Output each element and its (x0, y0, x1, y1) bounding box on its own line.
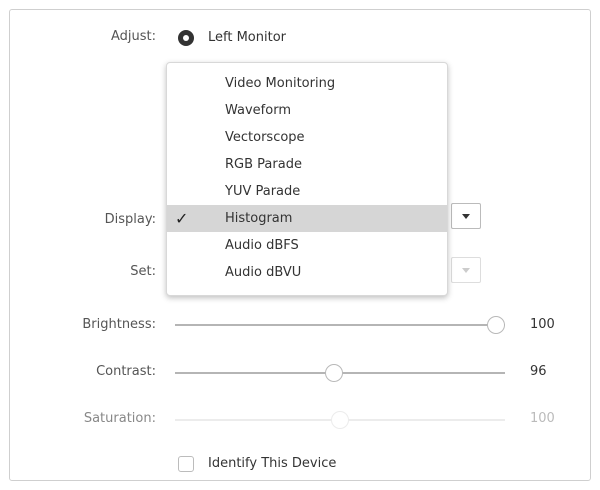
display-option-label: Waveform (225, 103, 291, 118)
display-option-rgb-parade[interactable]: RGB Parade (167, 151, 447, 178)
display-option-vectorscope[interactable]: Vectorscope (167, 124, 447, 151)
display-option-yuv-parade[interactable]: YUV Parade (167, 178, 447, 205)
left-monitor-option-label[interactable]: Left Monitor (208, 30, 286, 45)
identify-device-checkbox[interactable] (178, 456, 194, 472)
display-option-label: Audio dBFS (225, 238, 299, 253)
radio-selected-icon[interactable] (178, 30, 194, 46)
brightness-value: 100 (530, 317, 555, 332)
saturation-slider-thumb[interactable] (331, 411, 349, 429)
adjust-label: Adjust: (110, 29, 156, 44)
chevron-down-icon (462, 268, 470, 273)
display-option-waveform[interactable]: Waveform (167, 97, 447, 124)
display-option-label: YUV Parade (225, 184, 301, 199)
display-option-video-monitoring[interactable]: Video Monitoring (167, 70, 447, 97)
display-option-histogram[interactable]: ✓ Histogram (167, 205, 447, 232)
display-select-arrow-button[interactable] (451, 203, 481, 229)
brightness-slider-track[interactable] (175, 324, 505, 326)
checkmark-icon: ✓ (175, 209, 189, 228)
contrast-label: Contrast: (96, 364, 156, 379)
display-option-audio-dbvu[interactable]: Audio dBVU (167, 259, 447, 286)
display-dropdown-menu: Video Monitoring Waveform Vectorscope RGB P… (166, 62, 448, 296)
brightness-label: Brightness: (82, 317, 156, 332)
saturation-label: Saturation: (83, 411, 156, 426)
display-option-label: RGB Parade (225, 157, 302, 172)
contrast-slider-thumb[interactable] (324, 364, 343, 382)
chevron-down-icon (462, 214, 470, 219)
display-option-label: Video Monitoring (225, 76, 336, 91)
brightness-slider-thumb[interactable] (487, 316, 505, 334)
display-option-label: Audio dBVU (225, 265, 302, 280)
display-option-label: Histogram (225, 211, 293, 226)
contrast-value: 96 (530, 364, 547, 379)
set-label: Set: (130, 264, 156, 279)
display-label: Display: (104, 212, 156, 227)
display-option-audio-dbfs[interactable]: Audio dBFS (167, 232, 447, 259)
identify-device-label[interactable]: Identify This Device (208, 456, 336, 471)
saturation-value: 100 (530, 411, 555, 426)
set-select-arrow-button[interactable] (451, 257, 481, 283)
display-option-label: Vectorscope (225, 130, 305, 145)
